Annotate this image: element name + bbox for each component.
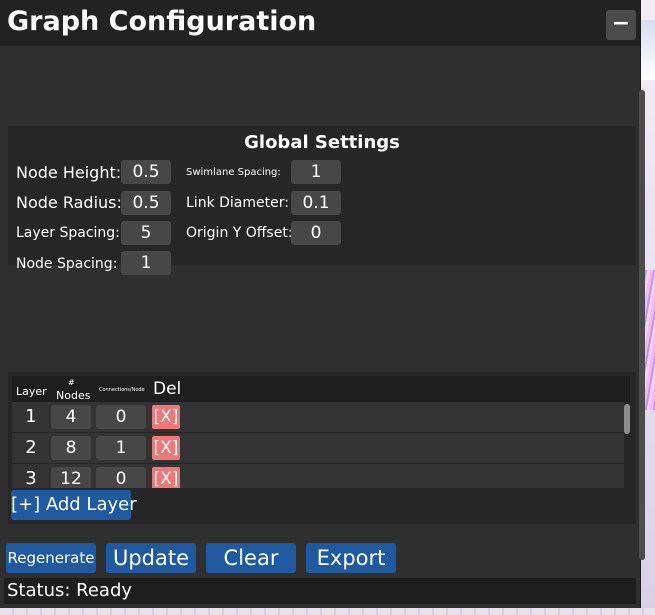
layer-spacing-label: Layer Spacing: — [16, 225, 120, 241]
minimize-button[interactable]: − — [606, 10, 636, 40]
header-connections: Connections/Node — [99, 387, 145, 393]
window-title: Graph Configuration — [7, 6, 317, 37]
regenerate-button[interactable]: Regenerate — [6, 543, 96, 573]
clear-button[interactable]: Clear — [206, 543, 296, 573]
layer-nodes-input[interactable]: 4 — [51, 405, 91, 429]
layer-nodes-input[interactable]: 12 — [51, 467, 91, 488]
layer-spacing-input[interactable]: 5 — [121, 221, 171, 245]
window-scrollbar[interactable] — [639, 90, 645, 560]
layer-connections-input[interactable]: 0 — [96, 467, 146, 488]
node-radius-input[interactable]: 0.5 — [121, 191, 171, 215]
swimlane-spacing-input[interactable]: 1 — [291, 160, 341, 184]
global-settings-title: Global Settings — [244, 132, 400, 153]
layer-nodes-input[interactable]: 8 — [51, 436, 91, 460]
delete-layer-button[interactable]: [X] — [152, 467, 180, 488]
header-nodes-hash: # — [68, 378, 75, 387]
swimlane-spacing-label: Swimlane Spacing: — [186, 167, 281, 178]
node-spacing-input[interactable]: 1 — [121, 251, 171, 275]
header-nodes: Nodes — [56, 389, 91, 402]
background-floor — [0, 608, 655, 615]
node-spacing-label: Node Spacing: — [16, 256, 118, 272]
origin-y-offset-input[interactable]: 0 — [291, 221, 341, 245]
layer-number: 2 — [25, 437, 37, 458]
layers-scrollbar[interactable] — [624, 404, 630, 434]
delete-layer-button[interactable]: [X] — [152, 436, 180, 460]
export-button[interactable]: Export — [306, 543, 396, 573]
layers-panel: Layer # Nodes Connections/Node Del 1 4 0… — [8, 372, 636, 524]
add-layer-button[interactable]: [+] Add Layer — [11, 490, 137, 520]
header-del: Del — [153, 379, 182, 399]
link-diameter-label: Link Diameter: — [186, 195, 289, 211]
background-sky — [640, 20, 655, 80]
graph-configuration-window: Graph Configuration − Global Settings No… — [0, 0, 641, 608]
layers-list[interactable]: 1 4 0 [X] 2 8 1 [X] 3 12 0 [X] — [12, 402, 624, 488]
status-bar: Status: Ready — [4, 578, 636, 604]
delete-layer-button[interactable]: [X] — [152, 405, 180, 429]
layer-connections-input[interactable]: 1 — [96, 436, 146, 460]
layer-row: 2 8 1 [X] — [12, 433, 624, 463]
node-radius-label: Node Radius: — [16, 193, 122, 212]
header-layer: Layer — [16, 385, 47, 398]
title-bar[interactable]: Graph Configuration − — [0, 0, 640, 46]
layer-row: 1 4 0 [X] — [12, 402, 624, 432]
update-button[interactable]: Update — [106, 543, 196, 573]
layers-table-header: Layer # Nodes Connections/Node Del — [12, 376, 630, 402]
global-settings-panel: Global Settings Node Height: 0.5 Node Ra… — [8, 126, 636, 275]
layer-connections-input[interactable]: 0 — [96, 405, 146, 429]
node-height-label: Node Height: — [16, 163, 122, 182]
layer-row: 3 12 0 [X] — [12, 464, 624, 488]
origin-y-offset-label: Origin Y Offset: — [186, 225, 293, 241]
node-height-input[interactable]: 0.5 — [121, 160, 171, 184]
status-text: Status: Ready — [7, 580, 133, 601]
link-diameter-input[interactable]: 0.1 — [291, 191, 341, 215]
layer-number: 1 — [25, 406, 37, 427]
layer-number: 3 — [25, 468, 37, 488]
